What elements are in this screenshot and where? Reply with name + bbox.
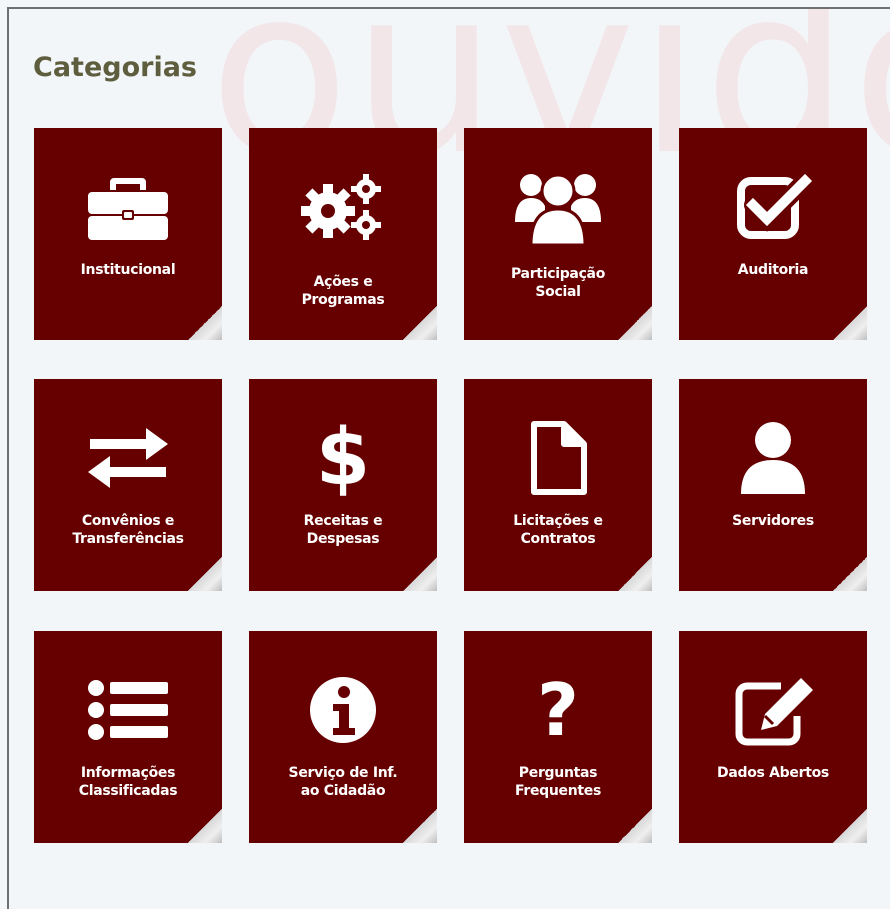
tile-servidores[interactable]: Servidores	[679, 379, 867, 591]
tile-label: Ações e Programas	[301, 274, 385, 308]
info-icon	[249, 671, 437, 749]
tile-auditoria[interactable]: Auditoria	[679, 128, 867, 340]
tile-label: Receitas e Despesas	[303, 513, 383, 547]
tile-servico-informacao-cidadao[interactable]: Serviço de Inf. ao Cidadão	[249, 631, 437, 843]
question-icon: ?	[537, 668, 579, 752]
tile-label: Convênios e Transferências	[72, 513, 184, 547]
tile-dados-abertos[interactable]: Dados Abertos	[679, 631, 867, 843]
briefcase-icon	[34, 168, 222, 246]
tile-institucional[interactable]: Institucional	[34, 128, 222, 340]
page-curl	[403, 306, 437, 340]
page-curl	[618, 306, 652, 340]
tile-label: Participação Social	[510, 266, 606, 300]
users-icon	[464, 168, 652, 247]
page-curl	[833, 809, 867, 843]
tile-label: Servidores	[732, 513, 814, 529]
tile-participacao-social[interactable]: Participação Social	[464, 128, 652, 340]
tile-acoes-programas[interactable]: Ações e Programas	[249, 128, 437, 340]
tile-receitas-despesas[interactable]: $ Receitas e Despesas	[249, 379, 437, 591]
tile-label: Institucional	[80, 262, 176, 278]
tile-label: Auditoria	[737, 262, 809, 278]
user-icon	[679, 419, 867, 497]
tile-label: Serviço de Inf. ao Cidadão	[288, 765, 398, 799]
tile-label: Dados Abertos	[717, 765, 829, 781]
page-curl	[618, 557, 652, 591]
page-curl	[833, 557, 867, 591]
dollar-icon: $	[315, 413, 371, 503]
page-curl	[188, 809, 222, 843]
gears-icon	[249, 168, 437, 246]
document-icon	[464, 419, 652, 497]
page-curl	[833, 306, 867, 340]
page-curl	[403, 557, 437, 591]
page-curl	[188, 557, 222, 591]
list-icon	[34, 671, 222, 749]
edit-icon	[679, 671, 867, 749]
tile-perguntas-frequentes[interactable]: ? Perguntas Frequentes	[464, 631, 652, 843]
tile-licitacoes-contratos[interactable]: Licitações e Contratos	[464, 379, 652, 591]
exchange-arrows-icon	[34, 419, 222, 497]
tile-label: Licitações e Contratos	[513, 513, 603, 547]
tile-label: Perguntas Frequentes	[514, 765, 602, 799]
page-curl	[188, 306, 222, 340]
page-curl	[403, 809, 437, 843]
categories-grid: Institucional Ações e Programas Particip…	[0, 0, 890, 873]
page-curl	[618, 809, 652, 843]
tile-informacoes-classificadas[interactable]: Informações Classificadas	[34, 631, 222, 843]
tile-label: Informações Classificadas	[78, 765, 178, 799]
tile-convenios-transferencias[interactable]: Convênios e Transferências	[34, 379, 222, 591]
checkbox-icon	[679, 168, 867, 246]
